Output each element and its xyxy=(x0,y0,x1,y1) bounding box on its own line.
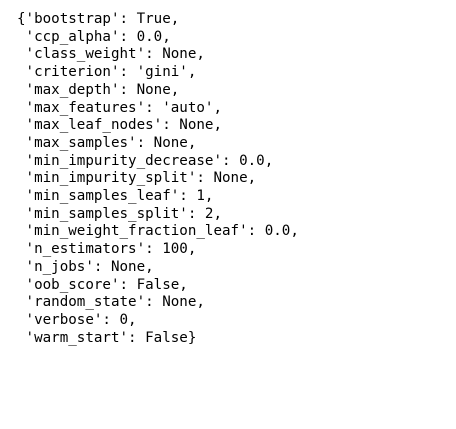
output-line: 'n_jobs': None, xyxy=(17,258,154,275)
output-line: {'bootstrap': True, xyxy=(17,11,180,27)
output-line: 'ccp_alpha': 0.0, xyxy=(17,28,171,45)
output-line: 'min_impurity_split': None, xyxy=(17,170,257,187)
cell-output-area: {'bootstrap': True, 'ccp_alpha': 0.0, 'c… xyxy=(0,0,456,429)
output-line: 'max_features': 'auto', xyxy=(17,99,222,116)
output-line: 'warm_start': False} xyxy=(17,329,197,346)
output-line: 'criterion': 'gini', xyxy=(17,64,197,81)
output-line: 'max_depth': None, xyxy=(17,81,180,98)
output-line: 'oob_score': False, xyxy=(17,276,188,293)
output-line: 'class_weight': None, xyxy=(17,46,205,63)
output-line: 'random_state': None, xyxy=(17,294,205,311)
output-line: 'min_samples_split': 2, xyxy=(17,205,222,222)
output-line: 'min_impurity_decrease': 0.0, xyxy=(17,152,274,169)
dict-output-text: {'bootstrap': True, 'ccp_alpha': 0.0, 'c… xyxy=(17,11,299,347)
output-line: 'max_leaf_nodes': None, xyxy=(17,117,222,134)
output-line: 'min_samples_leaf': 1, xyxy=(17,188,214,205)
output-line: 'min_weight_fraction_leaf': 0.0, xyxy=(17,223,299,240)
output-line: 'verbose': 0, xyxy=(17,311,137,328)
output-line: 'max_samples': None, xyxy=(17,134,197,151)
output-line: 'n_estimators': 100, xyxy=(17,241,197,258)
